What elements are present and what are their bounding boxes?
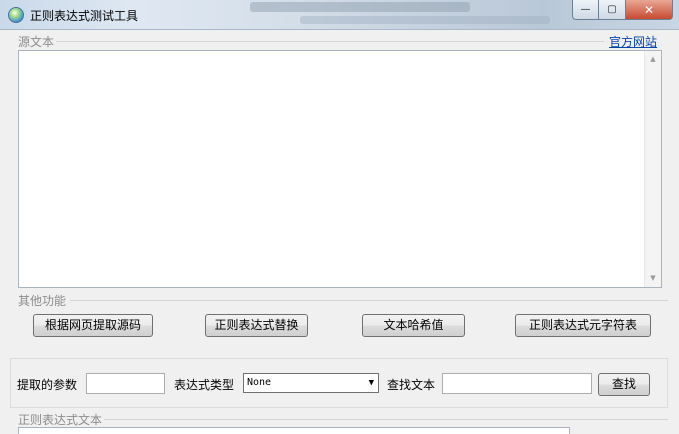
dropdown-arrow-icon: ▼ — [368, 378, 374, 388]
title-bar[interactable]: 正则表达式测试工具 — ▢ ✕ — [0, 0, 679, 30]
background-blur — [300, 16, 550, 24]
fetch-source-button[interactable]: 根据网页提取源码 — [33, 314, 153, 337]
minimize-button[interactable]: — — [572, 0, 599, 20]
param-input[interactable] — [86, 373, 165, 394]
type-label: 表达式类型 — [174, 378, 235, 392]
find-button[interactable]: 查找 — [598, 373, 650, 396]
find-text-input[interactable] — [442, 373, 592, 394]
group-divider — [56, 41, 604, 42]
regex-metachar-table-button[interactable]: 正则表达式元字符表 — [515, 314, 651, 337]
close-button[interactable]: ✕ — [626, 0, 673, 20]
source-textarea[interactable]: ▲ ▼ — [18, 50, 662, 288]
regex-group-label: 正则表达式文本 — [17, 411, 104, 428]
scroll-up-icon[interactable]: ▲ — [645, 51, 661, 68]
param-label: 提取的参数 — [17, 378, 78, 392]
app-icon — [8, 7, 24, 23]
find-text-label: 查找文本 — [387, 378, 436, 392]
group-divider — [104, 419, 668, 420]
scroll-down-icon[interactable]: ▼ — [645, 270, 661, 287]
text-hash-button[interactable]: 文本哈希值 — [362, 314, 465, 337]
maximize-button[interactable]: ▢ — [599, 0, 626, 20]
regex-textarea[interactable] — [18, 427, 570, 434]
group-divider — [70, 300, 668, 301]
functions-group-label: 其他功能 — [17, 292, 68, 309]
regex-replace-button[interactable]: 正则表达式替换 — [205, 314, 308, 337]
window-controls: — ▢ ✕ — [572, 0, 673, 20]
expression-type-select[interactable]: None ▼ — [243, 373, 379, 393]
source-group-label: 源文本 — [17, 33, 56, 50]
vertical-scrollbar[interactable]: ▲ ▼ — [644, 51, 661, 287]
window-title: 正则表达式测试工具 — [30, 9, 139, 23]
official-site-link[interactable]: 官方网站 — [609, 33, 657, 50]
background-blur — [250, 2, 470, 12]
expression-type-value: None — [247, 377, 272, 388]
